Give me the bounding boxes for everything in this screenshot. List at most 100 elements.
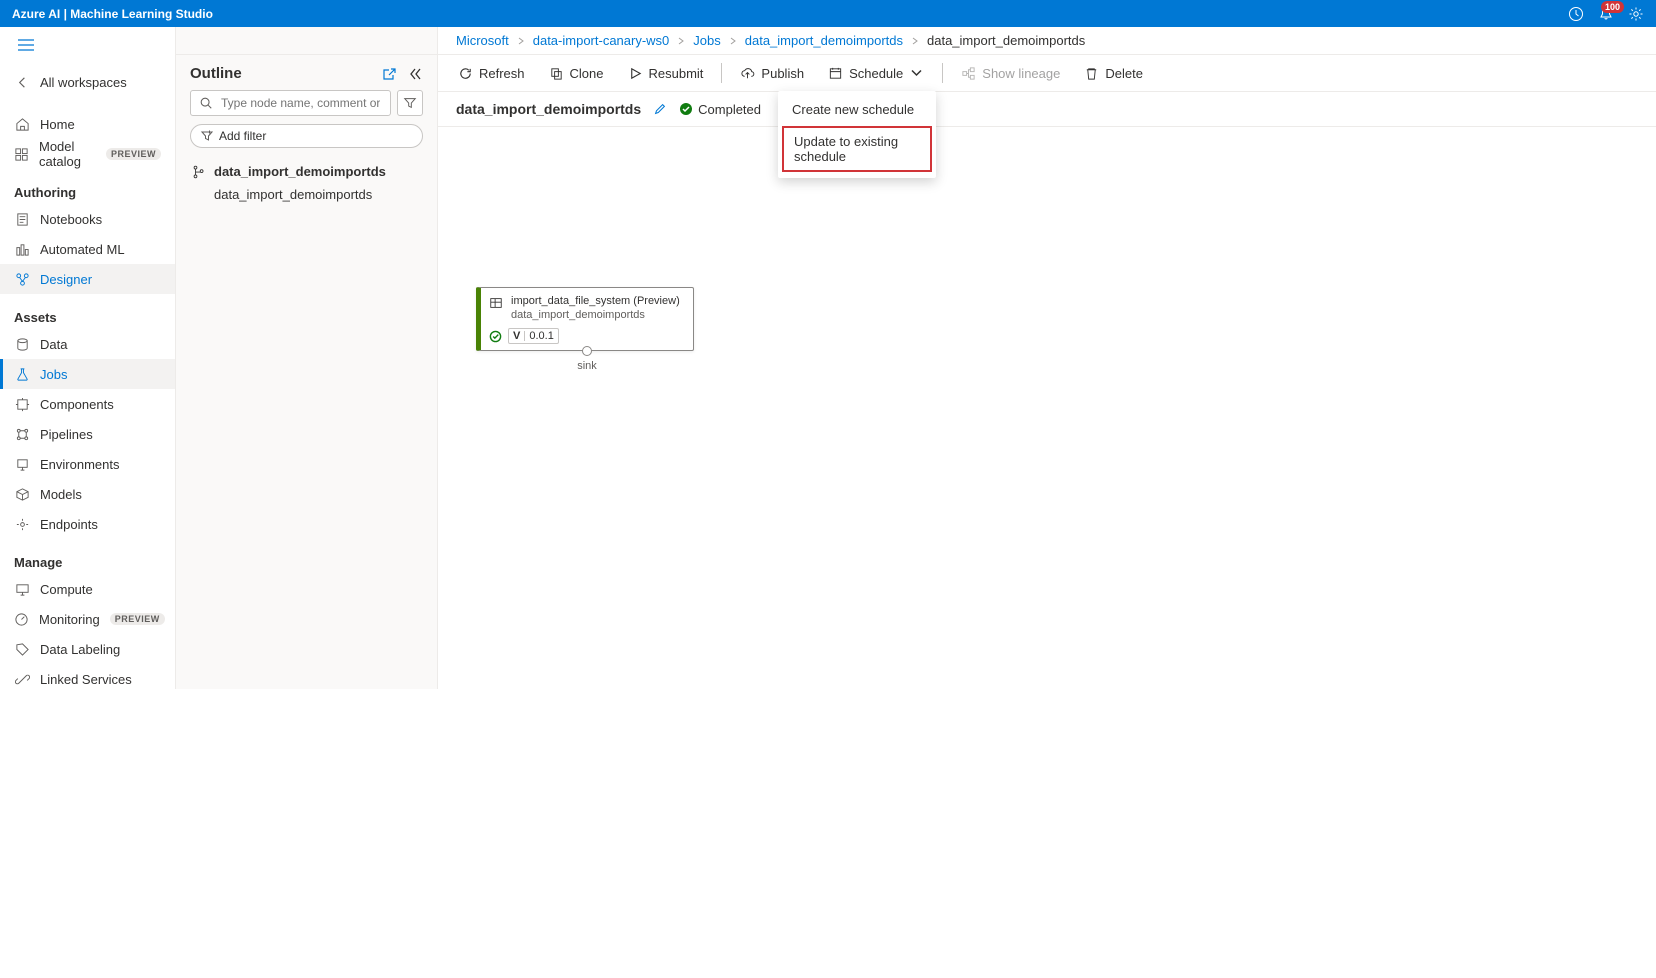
nav-environments-label: Environments bbox=[40, 457, 119, 472]
tree-parent[interactable]: data_import_demoimportds bbox=[184, 160, 429, 183]
back-arrow-icon bbox=[14, 74, 30, 90]
models-icon bbox=[14, 486, 30, 502]
nav-model-catalog-label: Model catalog bbox=[39, 139, 96, 169]
publish-button[interactable]: Publish bbox=[730, 61, 814, 86]
chevron-down-icon bbox=[909, 66, 924, 81]
toolbar: Refresh Clone Resubmit Publish Sche bbox=[438, 55, 1656, 92]
all-workspaces-link[interactable]: All workspaces bbox=[0, 67, 175, 97]
notebook-icon bbox=[14, 211, 30, 227]
nav-models[interactable]: Models bbox=[0, 479, 175, 509]
nav-model-catalog[interactable]: Model catalog PREVIEW bbox=[0, 139, 175, 169]
data-icon bbox=[14, 336, 30, 352]
topbar-title: Azure AI | Machine Learning Studio bbox=[12, 7, 1568, 21]
node-port-label: sink bbox=[577, 360, 597, 372]
add-filter-icon bbox=[201, 130, 213, 142]
nav-data-labeling[interactable]: Data Labeling bbox=[0, 634, 175, 664]
schedule-create-item[interactable]: Create new schedule bbox=[778, 95, 936, 124]
crumb-jobs[interactable]: Jobs bbox=[693, 33, 720, 48]
nav-jobs[interactable]: Jobs bbox=[0, 359, 175, 389]
blank-area bbox=[0, 689, 1656, 978]
nav-notebooks[interactable]: Notebooks bbox=[0, 204, 175, 234]
breadcrumb: Microsoft data-import-canary-ws0 Jobs da… bbox=[438, 27, 1656, 55]
node-status-icon bbox=[489, 330, 502, 343]
nav-endpoints-label: Endpoints bbox=[40, 517, 98, 532]
node-version-v: V bbox=[513, 329, 520, 343]
delete-button[interactable]: Delete bbox=[1074, 61, 1153, 86]
nav-designer-label: Designer bbox=[40, 272, 92, 287]
clone-icon bbox=[549, 66, 564, 81]
nav-notebooks-label: Notebooks bbox=[40, 212, 102, 227]
show-lineage-label: Show lineage bbox=[982, 66, 1060, 81]
search-icon bbox=[199, 96, 213, 110]
job-title: data_import_demoimportds bbox=[456, 101, 641, 117]
nav-monitoring[interactable]: Monitoring PREVIEW bbox=[0, 604, 175, 634]
collapse-icon[interactable] bbox=[407, 66, 423, 82]
nav-home[interactable]: Home bbox=[0, 109, 175, 139]
tree-child[interactable]: data_import_demoimportds bbox=[184, 183, 429, 206]
nav-data[interactable]: Data bbox=[0, 329, 175, 359]
table-icon bbox=[489, 296, 503, 310]
chevron-right-icon bbox=[677, 37, 685, 45]
topbar: Azure AI | Machine Learning Studio 100 bbox=[0, 0, 1656, 27]
show-lineage-button: Show lineage bbox=[951, 61, 1070, 86]
bell-icon[interactable]: 100 bbox=[1598, 6, 1614, 22]
crumb-current: data_import_demoimportds bbox=[927, 33, 1085, 48]
toolbar-separator bbox=[721, 63, 722, 83]
outline-search-input[interactable] bbox=[219, 95, 382, 111]
nav-endpoints[interactable]: Endpoints bbox=[0, 509, 175, 539]
preview-chip: PREVIEW bbox=[106, 148, 161, 160]
schedule-dropdown: Create new schedule Update to existing s… bbox=[778, 91, 936, 178]
nav-pipelines[interactable]: Pipelines bbox=[0, 419, 175, 449]
nav-data-labeling-label: Data Labeling bbox=[40, 642, 120, 657]
nav-models-label: Models bbox=[40, 487, 82, 502]
nav-designer[interactable]: Designer bbox=[0, 264, 175, 294]
add-filter-label: Add filter bbox=[219, 129, 266, 143]
refresh-button[interactable]: Refresh bbox=[448, 61, 535, 86]
add-filter-button[interactable]: Add filter bbox=[190, 124, 423, 148]
nav-automl[interactable]: Automated ML bbox=[0, 234, 175, 264]
topbar-icons: 100 bbox=[1568, 6, 1644, 22]
filter-button[interactable] bbox=[397, 90, 423, 116]
nav-components-label: Components bbox=[40, 397, 114, 412]
trash-icon bbox=[1084, 66, 1099, 81]
node-title: import_data_file_system (Preview) bbox=[511, 294, 680, 308]
schedule-button[interactable]: Schedule bbox=[818, 61, 934, 86]
nav-automl-label: Automated ML bbox=[40, 242, 125, 257]
node-output-port[interactable] bbox=[582, 346, 592, 356]
nav-pipelines-label: Pipelines bbox=[40, 427, 93, 442]
pipelines-icon bbox=[14, 426, 30, 442]
nav-home-label: Home bbox=[40, 117, 75, 132]
link-icon bbox=[14, 671, 30, 687]
node-version-box: V 0.0.1 bbox=[508, 328, 559, 344]
components-icon bbox=[14, 396, 30, 412]
clock-icon[interactable] bbox=[1568, 6, 1584, 22]
nav-compute[interactable]: Compute bbox=[0, 574, 175, 604]
play-icon bbox=[628, 66, 643, 81]
clone-button[interactable]: Clone bbox=[539, 61, 614, 86]
pipeline-node[interactable]: import_data_file_system (Preview) data_i… bbox=[476, 287, 694, 351]
outline-search[interactable] bbox=[190, 90, 391, 116]
share-icon[interactable] bbox=[381, 66, 397, 82]
schedule-update-item[interactable]: Update to existing schedule bbox=[782, 126, 932, 172]
crumb-parent-job[interactable]: data_import_demoimportds bbox=[745, 33, 903, 48]
automl-icon bbox=[14, 241, 30, 257]
toolbar-separator bbox=[942, 63, 943, 83]
delete-label: Delete bbox=[1105, 66, 1143, 81]
status-label: Completed bbox=[698, 102, 761, 117]
hamburger-icon[interactable] bbox=[14, 33, 38, 57]
nav-components[interactable]: Components bbox=[0, 389, 175, 419]
refresh-label: Refresh bbox=[479, 66, 525, 81]
nav-environments[interactable]: Environments bbox=[0, 449, 175, 479]
crumb-microsoft[interactable]: Microsoft bbox=[456, 33, 509, 48]
calendar-icon bbox=[828, 66, 843, 81]
job-subheader: data_import_demoimportds Completed bbox=[438, 92, 1656, 127]
notification-badge: 100 bbox=[1601, 1, 1624, 13]
nav-section-authoring: Authoring bbox=[0, 177, 175, 204]
tree-branch-icon bbox=[192, 165, 206, 179]
lineage-icon bbox=[961, 66, 976, 81]
endpoints-icon bbox=[14, 516, 30, 532]
edit-title-button[interactable] bbox=[653, 102, 667, 116]
crumb-workspace[interactable]: data-import-canary-ws0 bbox=[533, 33, 670, 48]
resubmit-button[interactable]: Resubmit bbox=[618, 61, 714, 86]
settings-gear-icon[interactable] bbox=[1628, 6, 1644, 22]
